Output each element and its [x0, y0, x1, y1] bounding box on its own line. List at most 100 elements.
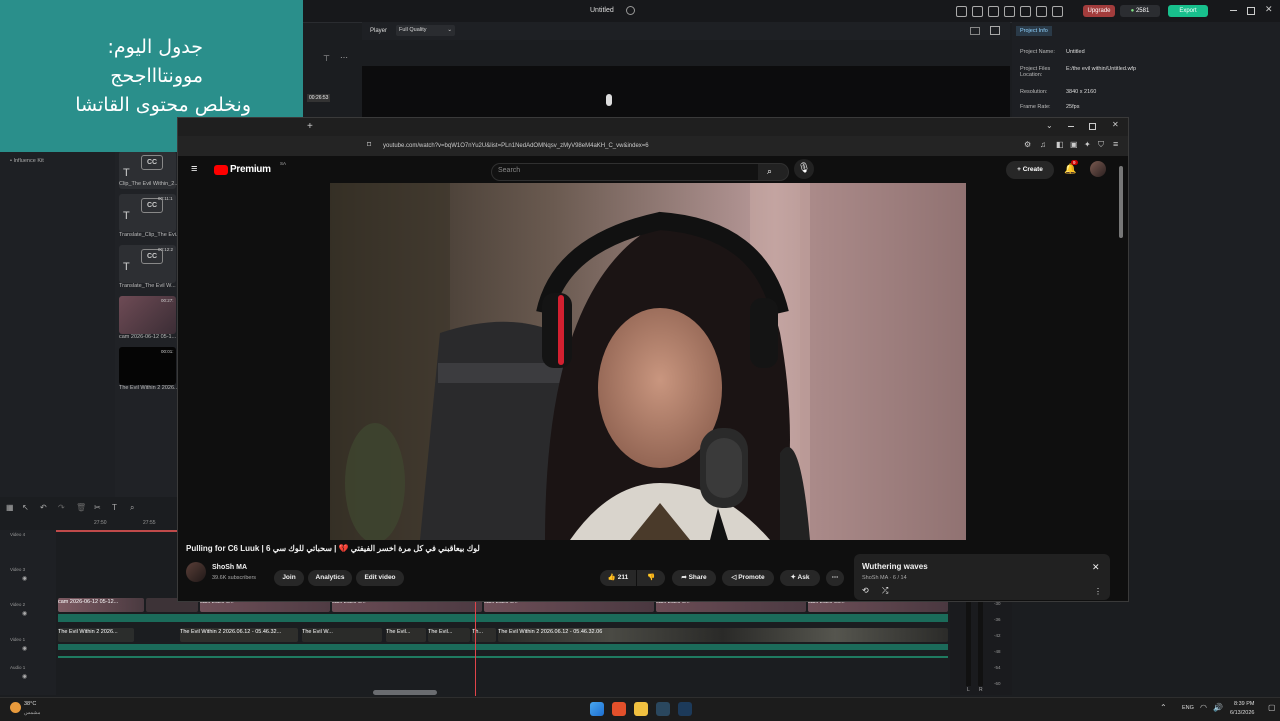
menu-icon[interactable] [1052, 6, 1063, 17]
delete-icon[interactable]: 🗑 [76, 503, 86, 512]
file-explorer-icon[interactable] [634, 702, 648, 716]
clip-game[interactable]: The Evil... [386, 628, 426, 642]
more-actions-button[interactable]: ⋯ [826, 570, 844, 586]
snapshot-icon[interactable] [970, 27, 980, 35]
audio-line[interactable] [58, 656, 948, 658]
clock-date[interactable]: 6/13/2026 [1230, 710, 1254, 716]
eye-icon[interactable]: ◉ [22, 575, 27, 582]
maximize-icon[interactable] [1089, 123, 1096, 130]
new-tab-icon[interactable]: + [307, 121, 313, 132]
close-icon[interactable]: ✕ [1092, 562, 1100, 573]
upgrade-button[interactable]: Upgrade [1083, 5, 1115, 17]
redo-icon[interactable]: ↷ [58, 503, 65, 512]
edit-video-button[interactable]: Edit video [356, 570, 404, 586]
filmora-icon[interactable] [678, 702, 692, 716]
share-button[interactable]: ➦ Share [672, 570, 716, 586]
timeline-scrollbar[interactable] [373, 690, 437, 695]
zoom-icon[interactable]: ⌕ [130, 503, 134, 513]
eye-icon[interactable]: ◉ [22, 645, 27, 652]
user-icon[interactable] [1036, 6, 1047, 17]
grid-icon[interactable]: ▦ [6, 503, 14, 512]
image-icon[interactable] [990, 26, 1000, 35]
bookmark-icon[interactable]: ⌑ [367, 140, 371, 149]
vpn-icon[interactable]: ⛉ [1098, 140, 1104, 150]
tray-chevron-icon[interactable]: ⌃ [1160, 703, 1167, 712]
speaker-icon[interactable]: ◉ [22, 673, 27, 680]
hamburger-icon[interactable]: ≡ [191, 163, 197, 175]
cut-icon[interactable]: ✂ [94, 503, 101, 512]
eye-icon[interactable]: ◉ [22, 610, 27, 617]
playlist-panel[interactable]: Wuthering waves ShoSh MA · 6 / 14 ✕ ⟲ ⤮ … [854, 554, 1110, 600]
sidebar-item-influence-kit[interactable]: • Influence Kit [10, 158, 44, 164]
grid-icon[interactable] [1004, 6, 1015, 17]
download-icon[interactable] [1020, 6, 1031, 17]
cloud-icon[interactable] [626, 6, 635, 15]
create-button[interactable]: + Create [1006, 161, 1054, 179]
quality-select[interactable]: Full Quality ⌄ [396, 25, 455, 36]
language-indicator[interactable]: ENG [1182, 705, 1194, 711]
folder-icon[interactable] [972, 6, 983, 17]
credits-badge[interactable]: ● 2581 [1120, 5, 1160, 17]
mic-icon[interactable]: 🎙 [794, 159, 814, 179]
clip-game[interactable]: The Evil W... [302, 628, 382, 642]
loop-icon[interactable]: ⟲ [862, 586, 869, 595]
analytics-button[interactable]: Analytics [308, 570, 352, 586]
close-icon[interactable]: ✕ [1265, 4, 1273, 15]
extensions-icon[interactable]: ⚙ [1024, 140, 1031, 149]
clip-game[interactable]: The Evil Within 2 2026... [58, 628, 134, 642]
timeline-ruler[interactable]: 27:50 27:55 [0, 516, 177, 532]
more-icon[interactable]: ⋮ [1094, 587, 1102, 596]
clip-label: cam 2026-06-12 05-12... [58, 599, 119, 605]
minimize-icon[interactable] [1068, 126, 1074, 127]
avatar[interactable] [1090, 161, 1106, 177]
ask-button[interactable]: ✦ Ask [780, 570, 820, 586]
crop-icon[interactable]: T [112, 503, 117, 512]
home-icon[interactable] [956, 6, 967, 17]
join-button[interactable]: Join [274, 570, 304, 586]
layout-icon[interactable] [988, 6, 999, 17]
promote-button[interactable]: ◁ Promote [722, 570, 774, 586]
bell-icon[interactable]: 🔔 [1064, 164, 1076, 175]
audio-waveform[interactable] [58, 614, 948, 622]
close-icon[interactable]: ✕ [1112, 120, 1119, 129]
youtube-logo-icon[interactable] [214, 165, 228, 175]
menu-icon[interactable]: ≡ [1113, 139, 1118, 149]
channel-name[interactable]: ShoSh MA [212, 564, 247, 571]
chevron-down-icon[interactable]: ⌄ [1046, 121, 1053, 130]
music-icon[interactable]: ♫ [1040, 140, 1046, 149]
url-field[interactable]: youtube.com/watch?v=bqW1O7nYu2U&list=PLn… [383, 139, 918, 153]
search-input[interactable]: Search [491, 163, 760, 181]
steam-icon[interactable] [656, 702, 670, 716]
filter-icon[interactable]: ⊤ [323, 54, 330, 63]
undo-icon[interactable]: ↶ [40, 503, 47, 512]
clip-game[interactable]: The Evil Within 2 2026.06.12 - 05.46.32.… [180, 628, 298, 642]
audio-waveform[interactable] [58, 644, 948, 650]
puzzle-icon[interactable]: ✦ [1084, 140, 1091, 149]
wallet-icon[interactable]: ▣ [1070, 140, 1078, 149]
channel-avatar[interactable] [186, 562, 206, 582]
clip-cam[interactable]: cam 2026-06-12 05-12... [58, 598, 144, 612]
maximize-icon[interactable] [1247, 7, 1255, 15]
video-player[interactable] [330, 183, 966, 540]
select-icon[interactable]: ↖ [22, 503, 29, 512]
shuffle-icon[interactable]: ⤮ [882, 586, 888, 596]
dislike-button[interactable]: 👎 [637, 570, 665, 586]
page-scrollbar[interactable] [1119, 166, 1123, 238]
like-button[interactable]: 👍 211 [600, 570, 636, 586]
more-icon[interactable]: ⋯ [340, 53, 348, 62]
clip-game[interactable]: The Evil... [428, 628, 470, 642]
weather-icon[interactable] [10, 702, 21, 713]
clock-time[interactable]: 8:39 PM [1234, 701, 1254, 707]
tab-project-info[interactable]: Project Info [1016, 26, 1052, 36]
wifi-icon[interactable]: ◠ [1200, 703, 1207, 712]
player-preview[interactable] [362, 66, 1010, 121]
notification-icon[interactable]: ▢ [1268, 703, 1276, 712]
clip-game[interactable]: The Evil Within 2 2026.06.12 - 05.46.32.… [498, 628, 948, 642]
search-button[interactable]: ⌕ [758, 163, 789, 181]
sidebar-icon[interactable]: ◧ [1056, 140, 1064, 149]
volume-icon[interactable]: 🔊 [1213, 703, 1223, 712]
export-button[interactable]: Export [1168, 5, 1208, 17]
start-icon[interactable] [590, 702, 604, 716]
minimize-icon[interactable] [1230, 10, 1237, 11]
brave-browser-icon[interactable] [612, 702, 626, 716]
